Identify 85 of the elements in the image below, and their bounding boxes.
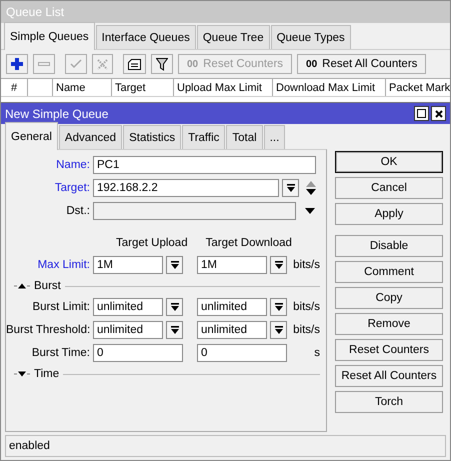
dialog-button[interactable]: Reset All Counters [335,365,443,387]
unit-label: bits/s [292,301,320,313]
dropdown-button[interactable] [270,321,287,339]
toolbar-button[interactable] [151,54,173,74]
column-header[interactable]: Name [53,79,112,96]
column-header[interactable]: Target [112,79,174,96]
note-icon [128,58,141,70]
field-label: Burst Time: [30,347,90,359]
filter-icon [156,58,168,70]
input-field[interactable]: 1M [197,256,267,274]
dialog-button[interactable]: Cancel [335,177,443,199]
toolbar-button[interactable] [6,54,28,74]
dropdown-arrow-icon [170,326,178,334]
unit-label: bits/s [292,259,320,271]
input-field[interactable]: unlimited [93,321,163,339]
status-bar: enabled [5,435,446,457]
tab[interactable]: Simple Queues [4,22,95,50]
input-field[interactable]: 1M [93,256,163,274]
dropdown-arrow-icon [274,326,282,334]
dropdown-button[interactable] [270,298,287,316]
toolbar-button[interactable]: 00 Reset All Counters [297,54,426,74]
dropdown-arrow-icon [286,184,294,192]
dropdown-button[interactable] [166,298,183,316]
field-label: Name: [55,159,90,171]
input-field[interactable]: 0 [197,344,287,362]
tab[interactable]: Advanced [58,125,122,149]
expand-arrow-icon[interactable] [14,371,30,377]
input-field[interactable]: unlimited [197,298,267,316]
dropdown-arrow-icon [170,261,178,269]
dialog-button[interactable]: Torch [335,391,443,413]
tab[interactable]: Interface Queues [96,25,196,49]
section-label: Time [34,368,60,380]
dialog-button[interactable]: Remove [335,313,443,335]
dialog-button[interactable]: Apply [335,203,443,225]
tab[interactable]: ... [264,125,286,149]
column-header[interactable]: # [1,79,28,96]
toolbar-button[interactable] [123,54,146,74]
column-header: Target Download [206,237,292,251]
unit-label: bits/s [292,324,320,336]
up-down-arrows-icon [306,181,316,195]
add-icon [11,58,23,70]
dialog-button[interactable]: Disable [335,235,443,257]
minus-icon [38,62,50,66]
field-label: Target: [54,182,90,194]
cross-icon [97,58,108,70]
input-field[interactable]: 192.168.2.2 [93,179,279,197]
collapse-arrow-icon[interactable] [14,283,30,289]
input-field[interactable]: unlimited [197,321,267,339]
column-header[interactable]: Packet Mark [386,79,450,96]
column-header[interactable]: Download Max Limit [273,79,386,96]
field-label: Burst Limit: [31,301,90,313]
tab[interactable]: Queue Tree [196,25,270,49]
dialog-button[interactable]: Comment [335,261,443,283]
tab[interactable]: Statistics [123,125,182,149]
tab[interactable]: Total [226,125,263,149]
input-field[interactable]: PC1 [93,156,316,174]
dialog-button[interactable]: Reset Counters [335,339,443,361]
field-label: Dst.: [65,205,90,217]
dialog-button[interactable]: OK [335,151,443,173]
close-icon [434,110,442,118]
dropdown-button[interactable] [282,179,299,197]
dialog-title: New Simple Queue [5,106,108,120]
maximize-button[interactable] [414,106,429,121]
tab[interactable]: Traffic [182,125,226,149]
dropdown-arrow-icon [274,261,282,269]
column-header[interactable]: Upload Max Limit [174,79,273,96]
maximize-icon [417,109,426,118]
dropdown-button[interactable] [166,321,183,339]
dropdown-arrow-icon [274,303,282,311]
field-label: Burst Threshold: [6,324,90,336]
dropdown-arrow-icon [305,208,315,214]
check-icon [70,59,82,69]
dropdown-button[interactable] [166,256,183,274]
column-header: Target Upload [116,237,188,251]
dialog-button[interactable]: Copy [335,287,443,309]
close-button[interactable] [431,106,446,121]
unit-label: s [313,347,320,359]
field-label: Max Limit: [36,259,90,271]
tab[interactable]: Queue Types [270,25,351,49]
dropdown-arrow-icon [170,303,178,311]
tab[interactable]: General [5,122,58,150]
input-field[interactable]: unlimited [93,298,163,316]
dropdown-button[interactable] [270,256,287,274]
section-label: Burst [34,280,61,292]
input-field[interactable]: 0 [93,344,183,362]
